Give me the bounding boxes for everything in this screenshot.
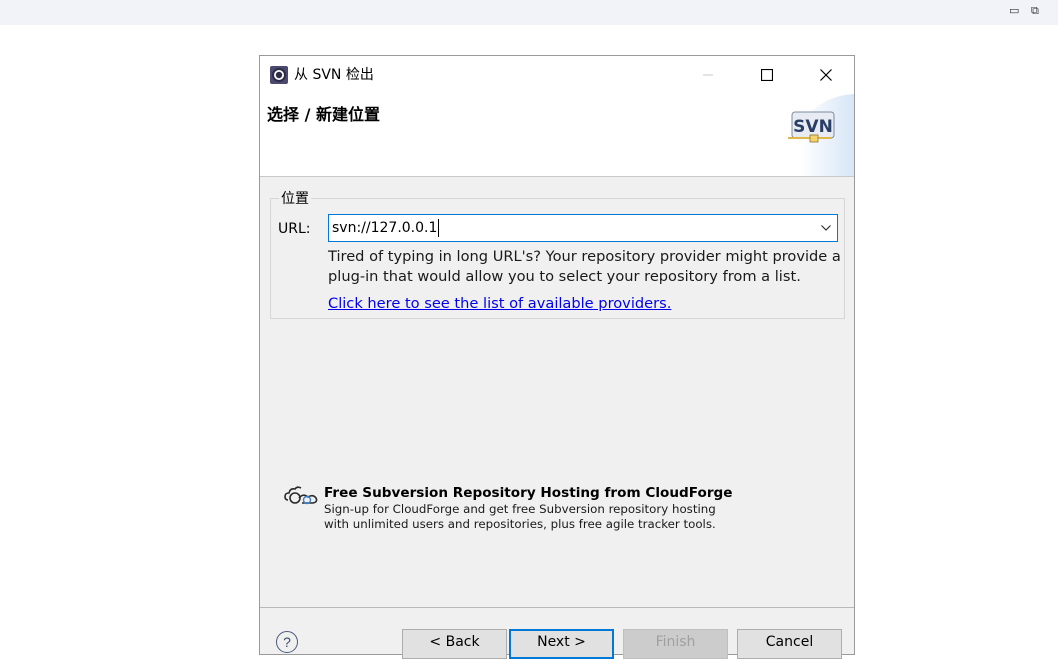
svn-logo-text: SVN — [793, 117, 833, 137]
maximize-icon — [761, 69, 773, 81]
background-minimize-button[interactable]: ▭ — [1009, 4, 1019, 18]
checkout-dialog: 从 SVN 检出 选择 / 新建位置 SVN 位置 URL: svn://127… — [259, 55, 855, 659]
text-caret — [438, 219, 439, 237]
cloudforge-icon — [284, 486, 318, 505]
url-label: URL: — [278, 221, 311, 237]
svn-logo-icon: SVN — [788, 94, 854, 176]
back-button[interactable]: < Back — [402, 629, 507, 659]
help-icon: ? — [283, 634, 291, 650]
url-combobox[interactable]: svn://127.0.0.1 — [328, 214, 838, 242]
chevron-down-icon — [821, 225, 831, 231]
finish-button: Finish — [623, 629, 728, 659]
cloudforge-title[interactable]: Free Subversion Repository Hosting from … — [324, 484, 733, 502]
providers-link[interactable]: Click here to see the list of available … — [328, 294, 671, 314]
page-title: 选择 / 新建位置 — [267, 105, 380, 124]
eclipse-icon — [270, 66, 288, 84]
close-button[interactable] — [803, 56, 849, 94]
dialog-title: 从 SVN 检出 — [294, 67, 374, 83]
background-window-titlebar — [0, 0, 1058, 25]
minimize-button[interactable] — [685, 56, 731, 94]
location-group: 位置 URL: svn://127.0.0.1 Tired of typing … — [270, 189, 845, 319]
wizard-header: 选择 / 新建位置 SVN — [260, 94, 854, 177]
url-hint-text: Tired of typing in long URL's? Your repo… — [328, 248, 841, 285]
url-dropdown-button[interactable] — [815, 215, 837, 241]
help-button[interactable]: ? — [276, 631, 298, 653]
close-icon — [820, 69, 832, 81]
dialog-titlebar: 从 SVN 检出 — [260, 56, 854, 94]
location-group-legend: 位置 — [279, 189, 311, 209]
cancel-button[interactable]: Cancel — [737, 629, 842, 659]
maximize-button[interactable] — [744, 56, 790, 94]
footer-separator — [260, 607, 854, 608]
next-button[interactable]: Next > — [509, 629, 614, 659]
cloudforge-description: Sign-up for CloudForge and get free Subv… — [324, 502, 716, 531]
background-restore-button[interactable]: ⧉ — [1031, 4, 1039, 18]
url-input[interactable]: svn://127.0.0.1 — [332, 218, 437, 238]
minimize-icon — [703, 74, 713, 76]
